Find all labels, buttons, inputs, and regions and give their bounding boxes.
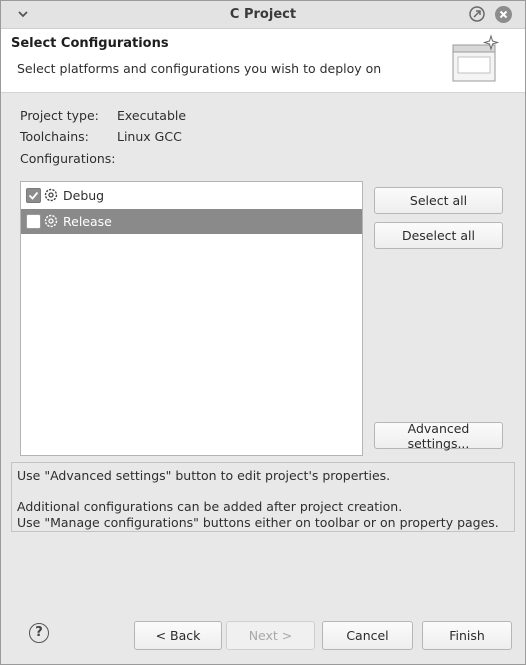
toolchains-value: Linux GCC <box>117 129 182 144</box>
deselect-all-button[interactable]: Deselect all <box>374 222 503 249</box>
config-item-release[interactable]: Release <box>21 209 362 234</box>
toolchains-label: Toolchains: <box>20 129 89 144</box>
project-type-value: Executable <box>117 108 187 123</box>
advanced-settings-button[interactable]: Advanced settings... <box>374 421 503 451</box>
next-button[interactable]: Next > <box>226 621 315 650</box>
title-bar: C Project <box>1 1 525 29</box>
config-label-debug: Debug <box>63 188 105 203</box>
pin-icon[interactable] <box>469 6 485 22</box>
wizard-header: Select Configurations Select platforms a… <box>1 29 525 93</box>
release-checkbox[interactable] <box>26 214 41 229</box>
message-line: Use "Advanced settings" button to edit p… <box>17 468 391 483</box>
debug-checkbox[interactable] <box>26 188 41 203</box>
config-label-release: Release <box>63 214 112 229</box>
wizard-banner-icon <box>449 33 503 87</box>
configuration-gear-icon <box>44 188 58 202</box>
wizard-dialog: C Project Select Configurations Select p… <box>0 0 526 665</box>
help-icon[interactable]: ? <box>29 623 49 643</box>
page-description: Select platforms and configurations you … <box>17 61 382 76</box>
back-button[interactable]: < Back <box>134 621 222 650</box>
configurations-label: Configurations: <box>20 151 116 166</box>
cancel-button[interactable]: Cancel <box>322 621 413 650</box>
finish-button[interactable]: Finish <box>422 621 512 650</box>
close-icon[interactable] <box>495 6 512 23</box>
configuration-gear-icon <box>44 214 58 228</box>
message-panel: Use "Advanced settings" button to edit p… <box>11 462 515 532</box>
select-all-button[interactable]: Select all <box>374 187 503 214</box>
message-line: Use "Manage configurations" buttons eith… <box>17 515 499 530</box>
config-item-debug[interactable]: Debug <box>21 183 362 208</box>
message-line: Additional configurations can be added a… <box>17 499 403 514</box>
configurations-list[interactable]: Debug Release <box>20 181 363 456</box>
window-title: C Project <box>229 7 297 22</box>
page-heading: Select Configurations <box>11 36 169 51</box>
project-type-label: Project type: <box>20 108 99 123</box>
